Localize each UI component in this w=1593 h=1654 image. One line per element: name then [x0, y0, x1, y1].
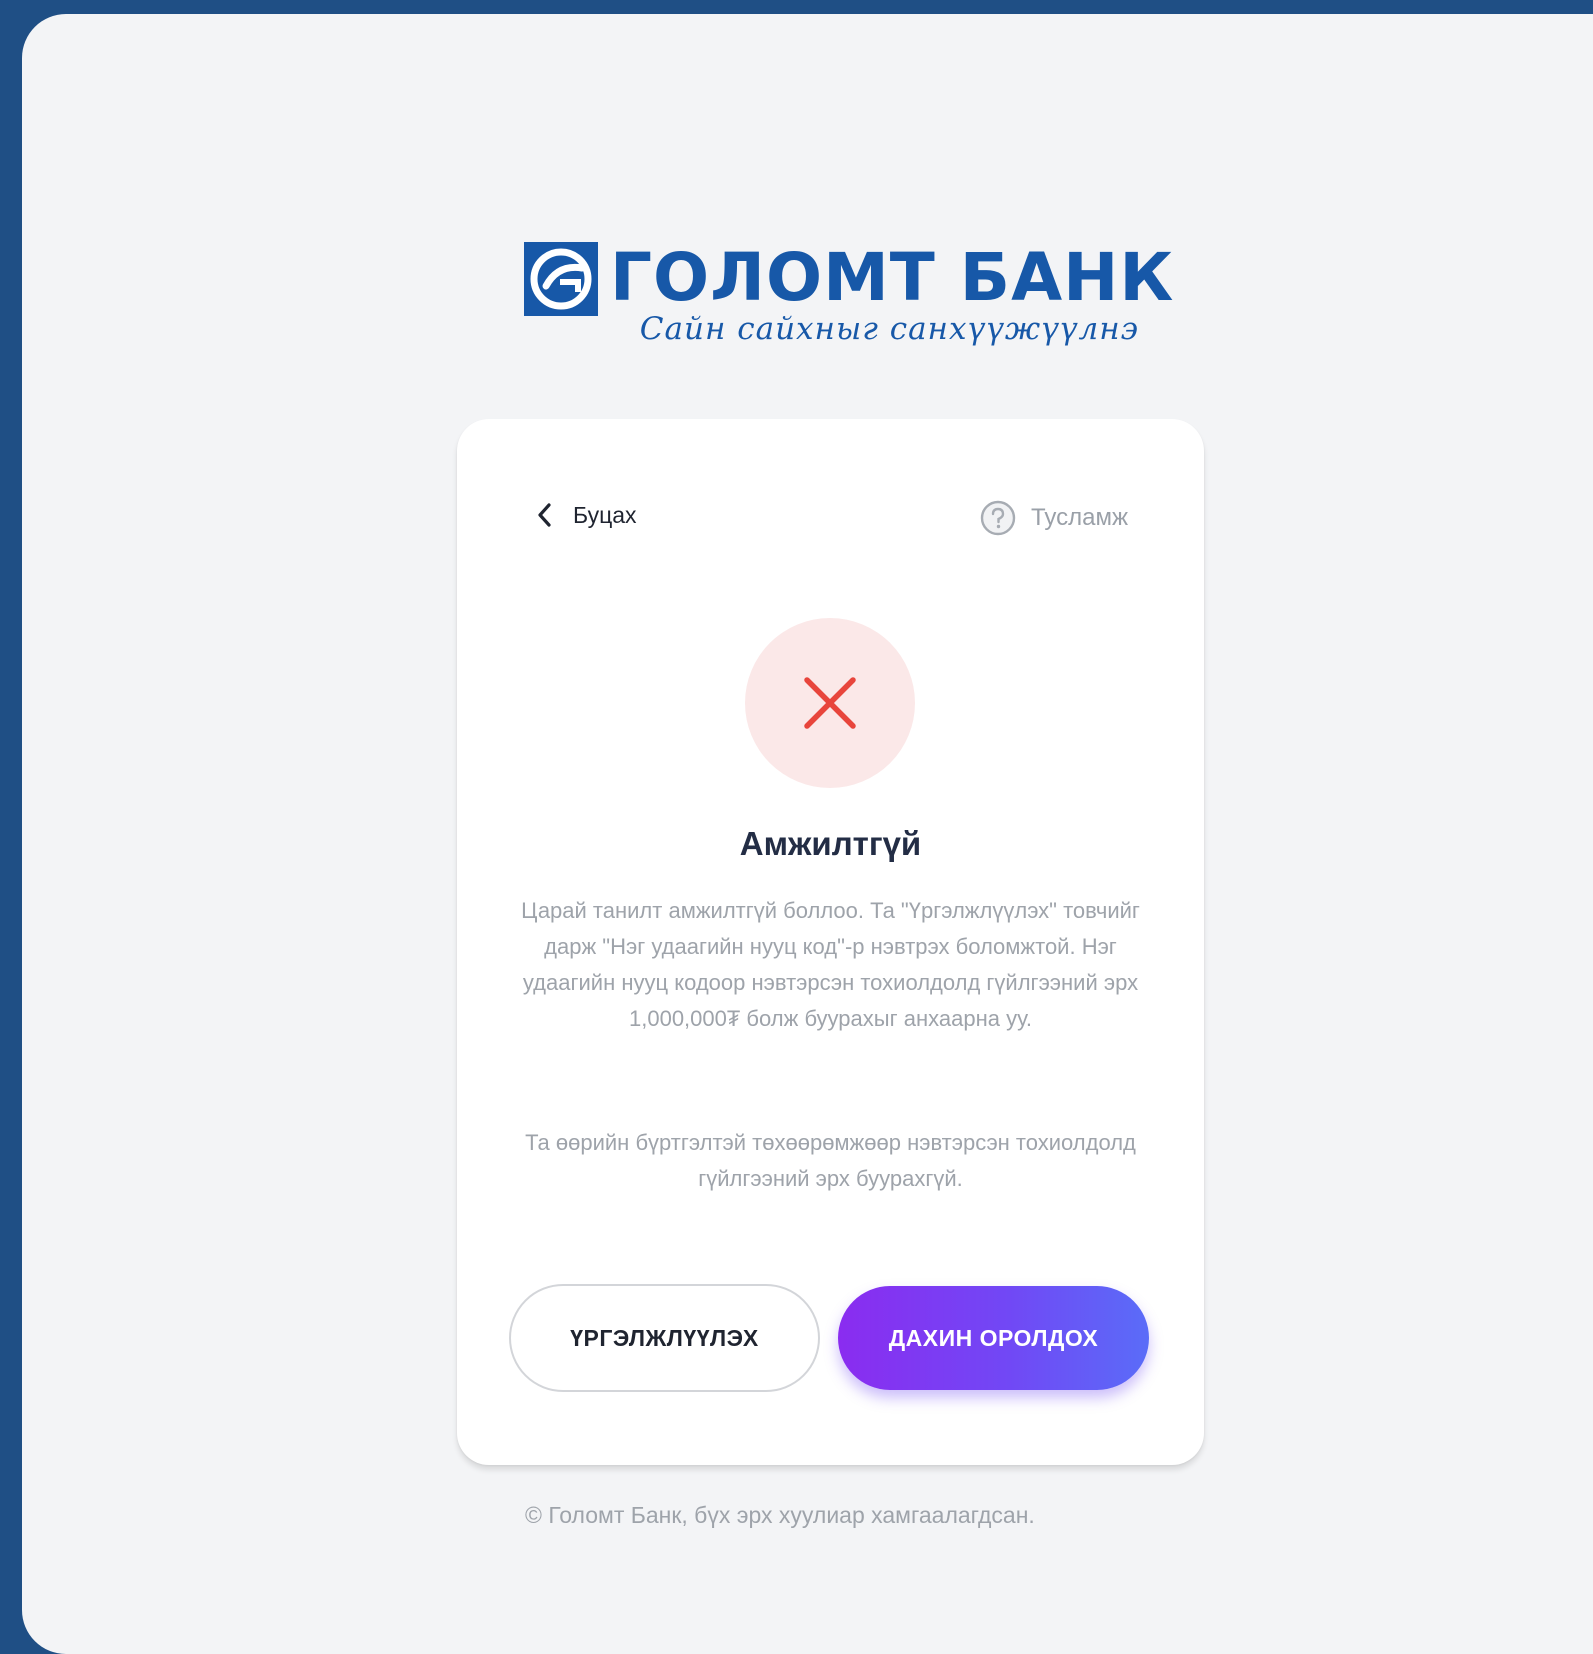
status-title: Амжилтгүй: [739, 825, 922, 862]
retry-button[interactable]: ДАХИН ОРОЛДОХ: [838, 1286, 1149, 1390]
question-circle-icon: [979, 499, 1017, 537]
help-button[interactable]: Тусламж: [979, 497, 1128, 539]
page-frame: ГОЛОМТ БАНК Сайн сайхныг санхүүжүүлнэ Бу…: [22, 14, 1593, 1654]
back-label: Буцах: [573, 502, 637, 528]
help-label: Тусламж: [1031, 504, 1128, 531]
result-card: Буцах Тусламж Амжилтгүй Царай танилт амж…: [457, 419, 1204, 1465]
continue-button[interactable]: ҮРГЭЛЖЛҮҮЛЭХ: [509, 1284, 820, 1392]
chevron-left-icon: [535, 501, 553, 529]
status-note: Та өөрийн бүртгэлтэй төхөөрөмжөөр нэвтэр…: [525, 1130, 1136, 1191]
status-message: Царай танилт амжилтгүй боллоо. Та "Үргэл…: [521, 898, 1140, 1031]
back-button[interactable]: Буцах: [535, 497, 637, 533]
error-status-badge: [745, 618, 915, 788]
golomt-logo-icon: [524, 242, 598, 316]
brand-logo: ГОЛОМТ БАНК Сайн сайхныг санхүүжүүлнэ: [524, 239, 1173, 354]
copyright-text: © Голомт Банк, бүх эрх хуулиар хамгаалаг…: [525, 1502, 1035, 1528]
brand-slogan: Сайн сайхныг санхүүжүүлнэ: [639, 311, 1139, 347]
